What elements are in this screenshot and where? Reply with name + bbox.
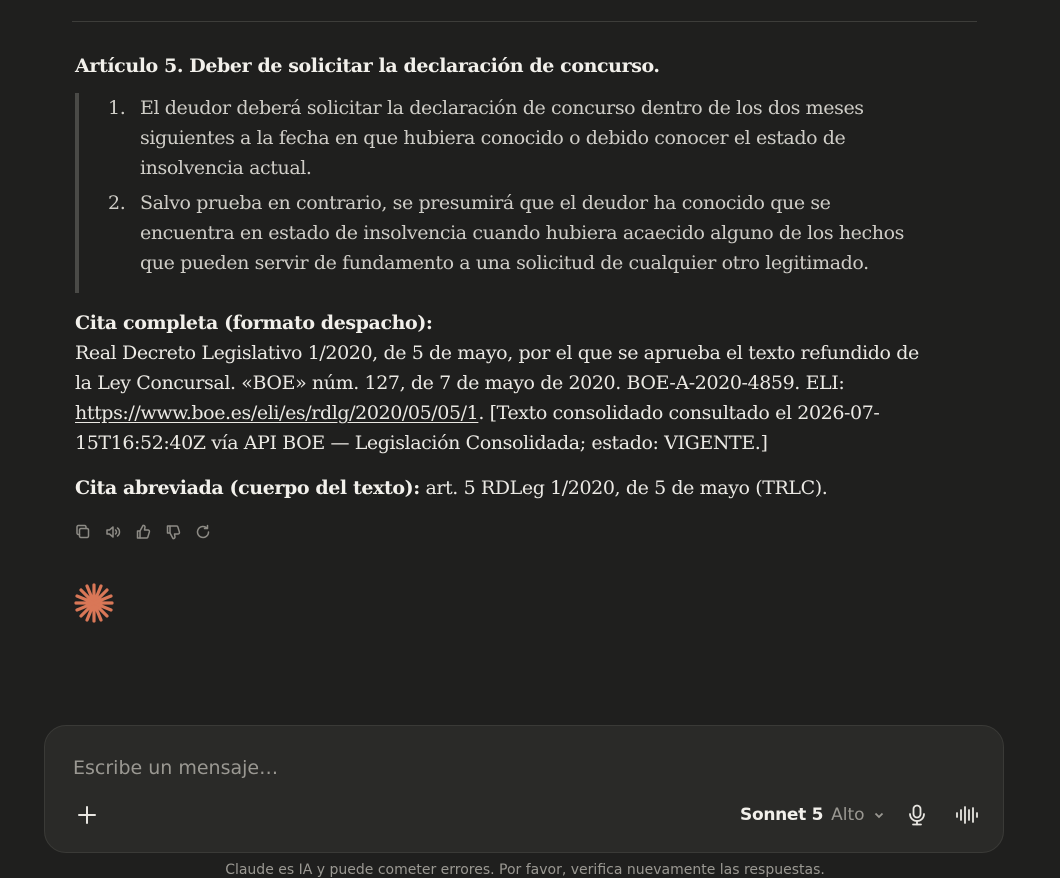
claude-spark-icon bbox=[74, 583, 114, 623]
thumbs-up-button[interactable] bbox=[134, 523, 152, 541]
plus-icon bbox=[78, 806, 96, 824]
dictation-button[interactable] bbox=[903, 802, 931, 830]
thumbs-down-button[interactable] bbox=[164, 523, 182, 541]
copy-button[interactable] bbox=[74, 523, 92, 541]
article-heading: Artículo 5. Deber de solicitar la declar… bbox=[75, 55, 660, 77]
chevron-down-icon bbox=[874, 812, 883, 819]
article-list: 1. El deudor deberá solicitar la declara… bbox=[79, 93, 919, 278]
add-attachment-button[interactable] bbox=[73, 802, 101, 830]
list-item-text: Salvo prueba en contrario, se presumirá … bbox=[140, 192, 904, 274]
list-item-number: 2. bbox=[108, 192, 126, 214]
list-item-text: El deudor deberá solicitar la declaració… bbox=[140, 97, 864, 179]
list-item: 2. Salvo prueba en contrario, se presumi… bbox=[79, 188, 919, 278]
message-input[interactable] bbox=[71, 752, 955, 784]
retry-button[interactable] bbox=[194, 523, 212, 541]
disclaimer-text: Claude es IA y puede cometer errores. Po… bbox=[225, 862, 825, 878]
message-composer: Sonnet 5 Alto bbox=[44, 725, 1004, 853]
citation-full-label: Cita completa (formato despacho): bbox=[75, 312, 433, 334]
citation-full: Cita completa (formato despacho): Real D… bbox=[75, 308, 935, 458]
citation-short-label: Cita abreviada (cuerpo del texto): bbox=[75, 477, 420, 499]
list-item-number: 1. bbox=[108, 97, 126, 119]
top-divider bbox=[72, 21, 977, 22]
retry-icon bbox=[196, 524, 210, 539]
read-aloud-button[interactable] bbox=[104, 523, 122, 541]
model-selector[interactable]: Sonnet 5 Alto bbox=[740, 801, 885, 829]
list-item: 1. El deudor deberá solicitar la declara… bbox=[79, 93, 919, 183]
citation-full-text: Real Decreto Legislativo 1/2020, de 5 de… bbox=[75, 342, 919, 394]
thumbs-up-icon bbox=[136, 524, 151, 539]
microphone-icon bbox=[909, 804, 925, 825]
model-effort-level: Alto bbox=[831, 805, 865, 825]
citation-short: Cita abreviada (cuerpo del texto): art. … bbox=[75, 473, 935, 503]
model-name: Sonnet 5 bbox=[740, 805, 824, 825]
speaker-icon bbox=[106, 526, 121, 538]
copy-icon bbox=[76, 524, 90, 539]
thumbs-down-icon bbox=[166, 525, 181, 540]
eli-link[interactable]: https://www.boe.es/eli/es/rdlg/2020/05/0… bbox=[75, 402, 479, 424]
article-blockquote: 1. El deudor deberá solicitar la declara… bbox=[75, 93, 919, 293]
citation-short-text: art. 5 RDLeg 1/2020, de 5 de mayo (TRLC)… bbox=[419, 477, 828, 499]
voice-waveform-icon bbox=[956, 805, 978, 824]
message-actions bbox=[74, 523, 212, 541]
voice-mode-button[interactable] bbox=[953, 802, 981, 830]
